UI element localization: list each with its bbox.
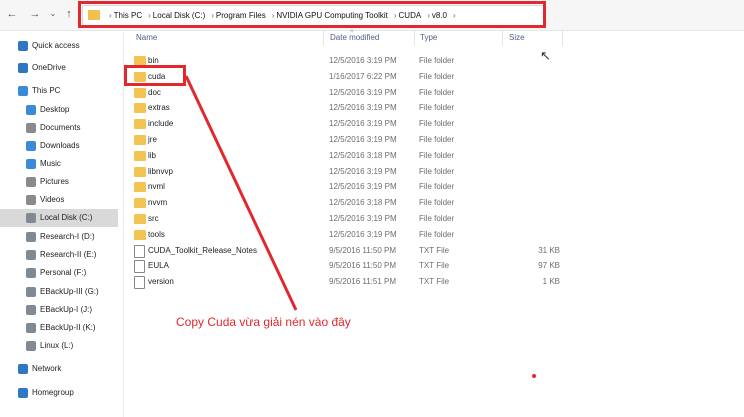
annotation-dot [532,374,536,378]
annotation-line [184,75,298,311]
mouse-cursor-icon: ↖ [540,48,551,63]
annotation-arrow [184,75,298,311]
annotation-text: Copy Cuda vừa giải nén vào đây [176,315,351,329]
